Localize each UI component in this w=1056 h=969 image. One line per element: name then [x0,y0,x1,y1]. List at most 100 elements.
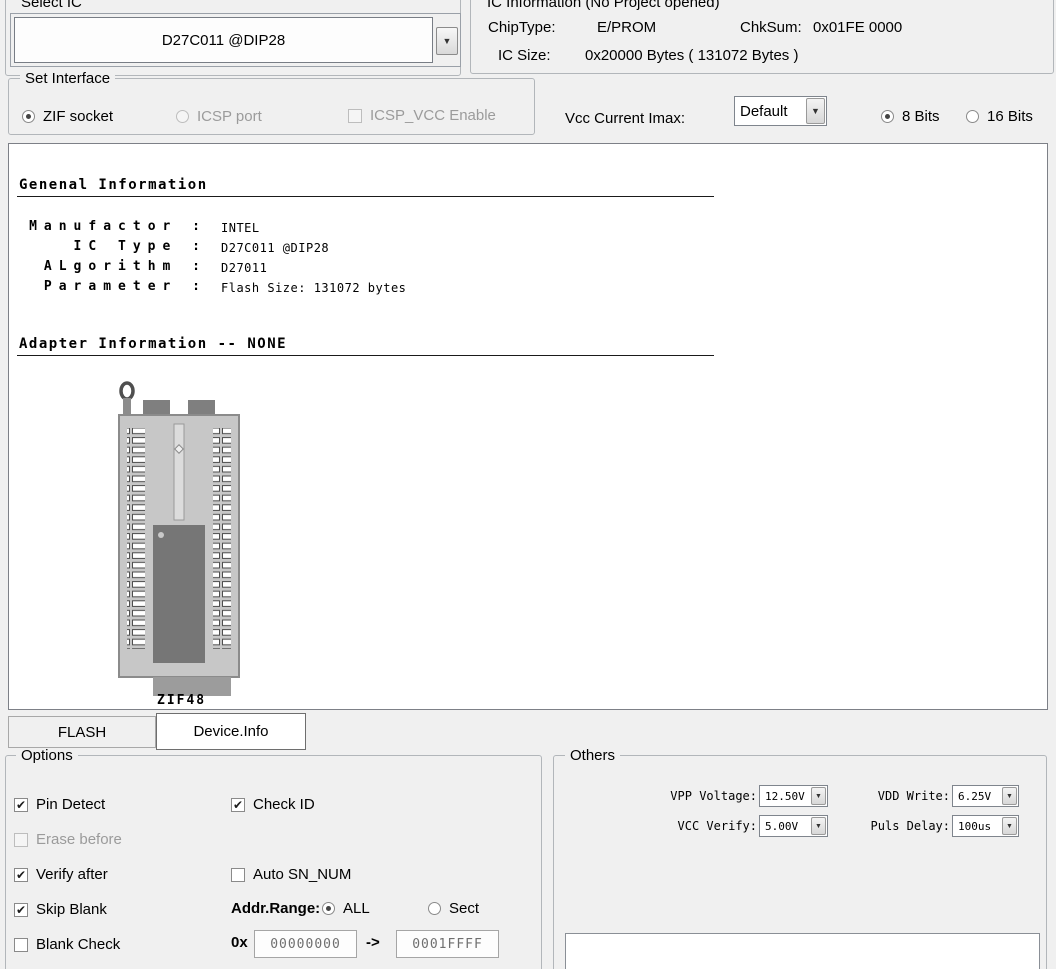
auto-sn-num-checkbox[interactable]: Auto SN_NUM [231,866,351,883]
info-row-value: D27011 [221,261,267,275]
info-row-label: IC Type : [17,239,207,254]
erase-before-label: Erase before [36,831,122,848]
addr-range-all-label: ALL [343,900,370,917]
select-ic-dropdown-button[interactable]: ▼ [436,27,458,55]
icsp-port-radio-label: ICSP port [197,108,262,125]
vcc-verify-value: 5.00V [760,820,810,833]
checkbox-icon: ✔ [231,798,245,812]
chksum-value: 0x01FE 0000 [813,19,902,36]
auto-sn-num-label: Auto SN_NUM [253,866,351,883]
vcc-verify-dropdown-button[interactable]: ▼ [811,817,826,835]
vcc-verify-label: VCC Verify: [645,819,757,833]
radio-icon [881,110,894,123]
icsp-port-radio[interactable]: ICSP port [176,108,262,125]
vdd-write-dropdown[interactable]: 6.25V ▼ [952,785,1019,807]
dropdown-arrow-icon: ▼ [443,37,452,46]
check-icon: ✔ [16,799,26,811]
blank-check-checkbox[interactable]: Blank Check [14,936,120,953]
addr-to-input[interactable]: 0001FFFF [396,930,499,958]
vdd-write-value: 6.25V [953,790,1001,803]
tab-device-info-label: Device.Info [193,723,268,740]
vpp-voltage-dropdown[interactable]: 12.50V ▼ [759,785,828,807]
radio-icon [22,110,35,123]
tab-device-info[interactable]: Device.Info [156,713,306,750]
bits-16-radio[interactable]: 16 Bits [966,108,1033,125]
tab-flash-label: FLASH [58,724,106,741]
puls-delay-value: 100us [953,820,1001,833]
vcc-verify-dropdown[interactable]: 5.00V ▼ [759,815,828,837]
checkbox-icon [14,833,28,847]
verify-after-checkbox[interactable]: ✔ Verify after [14,866,108,883]
radio-icon [322,902,335,915]
dropdown-arrow-icon: ▼ [815,823,822,830]
radio-icon [176,110,189,123]
dropdown-arrow-icon: ▼ [811,107,820,116]
dropdown-arrow-icon: ▼ [815,793,822,800]
vpp-voltage-value: 12.50V [760,790,810,803]
addr-from-input[interactable]: 00000000 [254,930,357,958]
pin-detect-checkbox[interactable]: ✔ Pin Detect [14,796,105,813]
checkbox-icon: ✔ [14,798,28,812]
erase-before-checkbox[interactable]: Erase before [14,831,122,848]
zif-socket-radio[interactable]: ZIF socket [22,108,113,125]
check-id-checkbox[interactable]: ✔ Check ID [231,796,315,813]
addr-range-sect-label: Sect [449,900,479,917]
addr-arrow-label: -> [366,934,380,951]
device-info-panel: Genenal Information Manufactor : INTEL I… [8,143,1048,710]
section-divider [17,196,714,197]
radio-icon [428,902,441,915]
pin-detect-label: Pin Detect [36,796,105,813]
checkbox-icon: ✔ [14,868,28,882]
set-interface-group-label: Set Interface [20,71,115,87]
checkbox-icon [231,868,245,882]
addr-range-all-radio[interactable]: ALL [322,900,370,917]
section-divider [17,355,714,356]
blank-check-label: Blank Check [36,936,120,953]
puls-delay-dropdown-button[interactable]: ▼ [1002,817,1017,835]
vcc-current-dropdown[interactable]: Default ▼ [734,96,827,126]
adapter-information-title: Adapter Information -- NONE [19,336,287,352]
verify-after-label: Verify after [36,866,108,883]
zif-socket-radio-label: ZIF socket [43,108,113,125]
addr-range-label: Addr.Range: [231,900,320,917]
general-information-title: Genenal Information [19,177,208,193]
puls-delay-dropdown[interactable]: 100us ▼ [952,815,1019,837]
socket-name-label: ZIF48 [157,693,206,708]
others-group-label: Others [565,748,620,764]
checkbox-icon [14,938,28,952]
check-icon: ✔ [233,799,243,811]
radio-icon [966,110,979,123]
info-row-label: ALgorithm : [17,259,207,274]
icsp-vcc-checkbox-label: ICSP_VCC Enable [370,107,496,124]
info-row-value: D27C011 @DIP28 [221,241,329,255]
vpp-voltage-label: VPP Voltage: [645,789,757,803]
select-ic-combobox[interactable]: D27C011 @DIP28 [14,17,433,63]
bits-8-radio[interactable]: 8 Bits [881,108,940,125]
info-row-value: INTEL [221,221,260,235]
zif-socket-graphic [113,378,245,696]
options-group-label: Options [16,748,78,764]
tab-flash[interactable]: FLASH [8,716,156,748]
ic-size-label: IC Size: [498,47,551,64]
bits-16-radio-label: 16 Bits [987,108,1033,125]
ic-size-value: 0x20000 Bytes ( 131072 Bytes ) [585,47,798,64]
vcc-current-dropdown-button[interactable]: ▼ [806,98,825,124]
info-row-label: Manufactor : [17,219,207,234]
skip-blank-label: Skip Blank [36,901,107,918]
chip-type-label: ChipType: [488,19,556,36]
puls-delay-label: Puls Delay: [854,819,950,833]
hex-prefix-label: 0x [231,934,248,951]
vcc-current-value: Default [735,103,805,120]
addr-range-sect-radio[interactable]: Sect [428,900,479,917]
icsp-vcc-checkbox[interactable]: ICSP_VCC Enable [348,107,496,124]
vdd-write-label: VDD Write: [854,789,950,803]
skip-blank-checkbox[interactable]: ✔ Skip Blank [14,901,107,918]
info-row-value: Flash Size: 131072 bytes [221,281,406,295]
chksum-label: ChkSum: [740,19,802,36]
checkbox-icon: ✔ [14,903,28,917]
check-icon: ✔ [16,869,26,881]
dropdown-arrow-icon: ▼ [1006,793,1013,800]
vpp-voltage-dropdown-button[interactable]: ▼ [811,787,826,805]
vdd-write-dropdown-button[interactable]: ▼ [1002,787,1017,805]
vcc-current-label: Vcc Current Imax: [565,110,685,127]
